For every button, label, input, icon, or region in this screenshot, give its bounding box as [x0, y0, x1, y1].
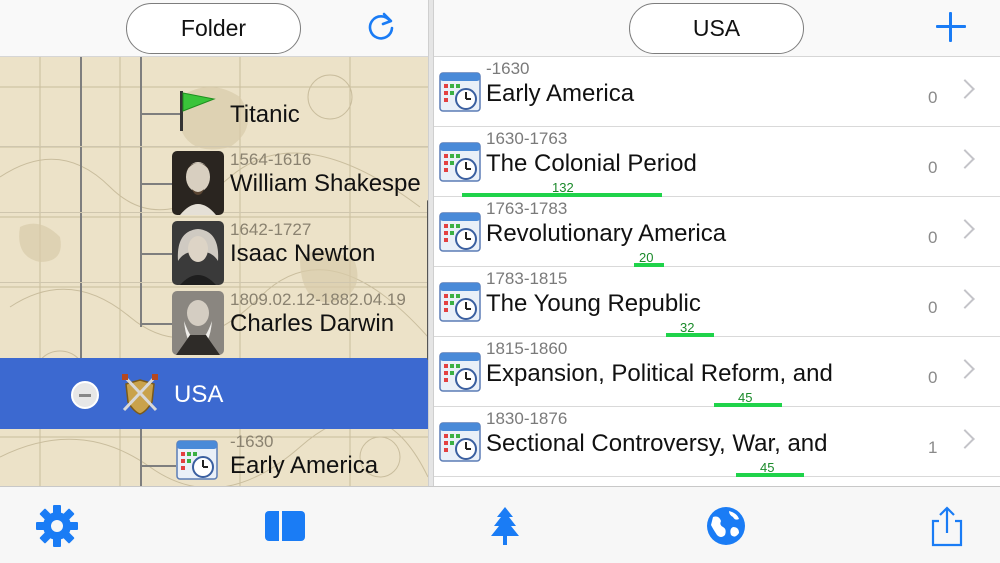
period-count: 0: [928, 298, 938, 317]
plus-icon[interactable]: [934, 10, 968, 44]
period-title: Revolutionary America: [486, 220, 727, 247]
chevron-right-icon: [955, 359, 975, 379]
period-list: -1630 Early America 0 1630-1763 The Colonial…: [434, 57, 1000, 486]
calendar-clock-icon: [439, 352, 481, 392]
period-row[interactable]: 1783-1815 The Young Republic 0 32: [434, 267, 1000, 337]
period-row[interactable]: 1815-1860 Expansion, Political Reform, an…: [434, 337, 1000, 407]
green-flag-icon: [180, 91, 216, 131]
calendar-clock-icon: [439, 282, 481, 322]
refresh-icon[interactable]: [364, 10, 398, 44]
globe-icon[interactable]: [703, 505, 749, 547]
calendar-clock-icon: [439, 72, 481, 112]
folder-button[interactable]: Folder: [126, 3, 301, 54]
period-count: 0: [928, 228, 938, 247]
period-row[interactable]: -1630 Early America 0: [434, 57, 1000, 127]
share-icon[interactable]: [924, 505, 970, 547]
period-count: 0: [928, 368, 938, 387]
span-bar-value: 45: [760, 460, 775, 475]
chevron-right-icon: [955, 219, 975, 239]
tree-item-titanic[interactable]: Titanic: [0, 77, 428, 147]
calendar-clock-icon: [439, 142, 481, 182]
period-title: The Young Republic: [486, 290, 701, 317]
period-row[interactable]: 1763-1783 Revolutionary America 0 20: [434, 197, 1000, 267]
period-title: The Colonial Period: [486, 150, 697, 177]
span-bar-value: 132: [552, 180, 574, 195]
tree-item-newton[interactable]: 1642-1727 Isaac Newton: [0, 213, 428, 285]
tree-item-shakespeare[interactable]: 1564-1616 William Shakespe: [0, 143, 428, 215]
split-view-icon[interactable]: [262, 505, 308, 547]
tree-item-darwin[interactable]: 1809.02.12-1882.04.19 Charles Darwin: [0, 283, 428, 355]
crossed-swords-shield-icon: [122, 374, 158, 415]
calendar-clock-icon: [176, 440, 218, 480]
tree-item-label: Isaac Newton: [230, 240, 376, 267]
tab-bar: [0, 486, 1000, 563]
gear-icon[interactable]: [34, 505, 80, 547]
chevron-right-icon: [955, 79, 975, 99]
period-date: 1783-1815: [486, 269, 568, 288]
period-title: Early America: [486, 80, 635, 107]
period-date: 1815-1860: [486, 339, 568, 358]
collapse-minus-icon[interactable]: [71, 381, 99, 409]
period-row-partial[interactable]: [434, 477, 1000, 486]
period-count: 0: [928, 158, 938, 177]
list-header: USA: [434, 0, 1000, 57]
usa-folder-button[interactable]: USA: [629, 3, 804, 54]
period-date: 1630-1763: [486, 129, 568, 148]
shakespeare-portrait: [172, 151, 224, 215]
tree-item-date: 1564-1616: [230, 150, 312, 169]
tree-header: Folder: [0, 0, 428, 57]
tree-item-date: 1642-1727: [230, 220, 312, 239]
period-date: 1763-1783: [486, 199, 568, 218]
period-date: 1830-1876: [486, 409, 568, 428]
tree-item-usa-selected[interactable]: USA: [0, 358, 428, 429]
chevron-right-icon: [955, 429, 975, 449]
darwin-portrait: [172, 291, 224, 355]
tree-view[interactable]: Titanic 1564-1616 William Shakespe 1642-…: [0, 57, 428, 486]
tree-icon[interactable]: [482, 505, 528, 547]
tree-item-early-america[interactable]: -1630 Early America: [0, 429, 428, 486]
newton-portrait: [172, 221, 224, 285]
period-date: -1630: [486, 59, 530, 78]
calendar-clock-icon: [439, 212, 481, 252]
tree-item-date: -1630: [230, 432, 274, 451]
period-count: 0: [928, 88, 938, 107]
span-bar-value: 32: [680, 320, 695, 335]
period-row[interactable]: 1630-1763 The Colonial Period 0 132: [434, 127, 1000, 197]
tree-item-label: William Shakespe: [230, 170, 421, 197]
chevron-right-icon: [955, 289, 975, 309]
app-window: Folder Titanic 1564-1616 William Shakesp…: [0, 0, 1000, 563]
tree-pane: Folder Titanic 1564-1616 William Shakesp…: [0, 0, 428, 486]
period-list-pane: USA -1630 Early America 0 1630-1763 The Colo…: [434, 0, 1000, 486]
tree-item-label: USA: [174, 381, 224, 408]
tree-item-label: Charles Darwin: [230, 310, 395, 337]
span-bar-value: 45: [738, 390, 753, 405]
period-title: Sectional Controversy, War, and: [486, 430, 828, 457]
period-row[interactable]: 1830-1876 Sectional Controversy, War, and…: [434, 407, 1000, 477]
span-bar-value: 20: [639, 250, 654, 265]
tree-item-label: Early America: [230, 452, 379, 479]
tree-item-date: 1809.02.12-1882.04.19: [230, 290, 406, 309]
period-count: 1: [928, 438, 938, 457]
tree-item-label: Titanic: [230, 101, 300, 128]
chevron-right-icon: [955, 149, 975, 169]
calendar-clock-icon: [439, 422, 481, 462]
period-title: Expansion, Political Reform, and: [486, 360, 833, 387]
